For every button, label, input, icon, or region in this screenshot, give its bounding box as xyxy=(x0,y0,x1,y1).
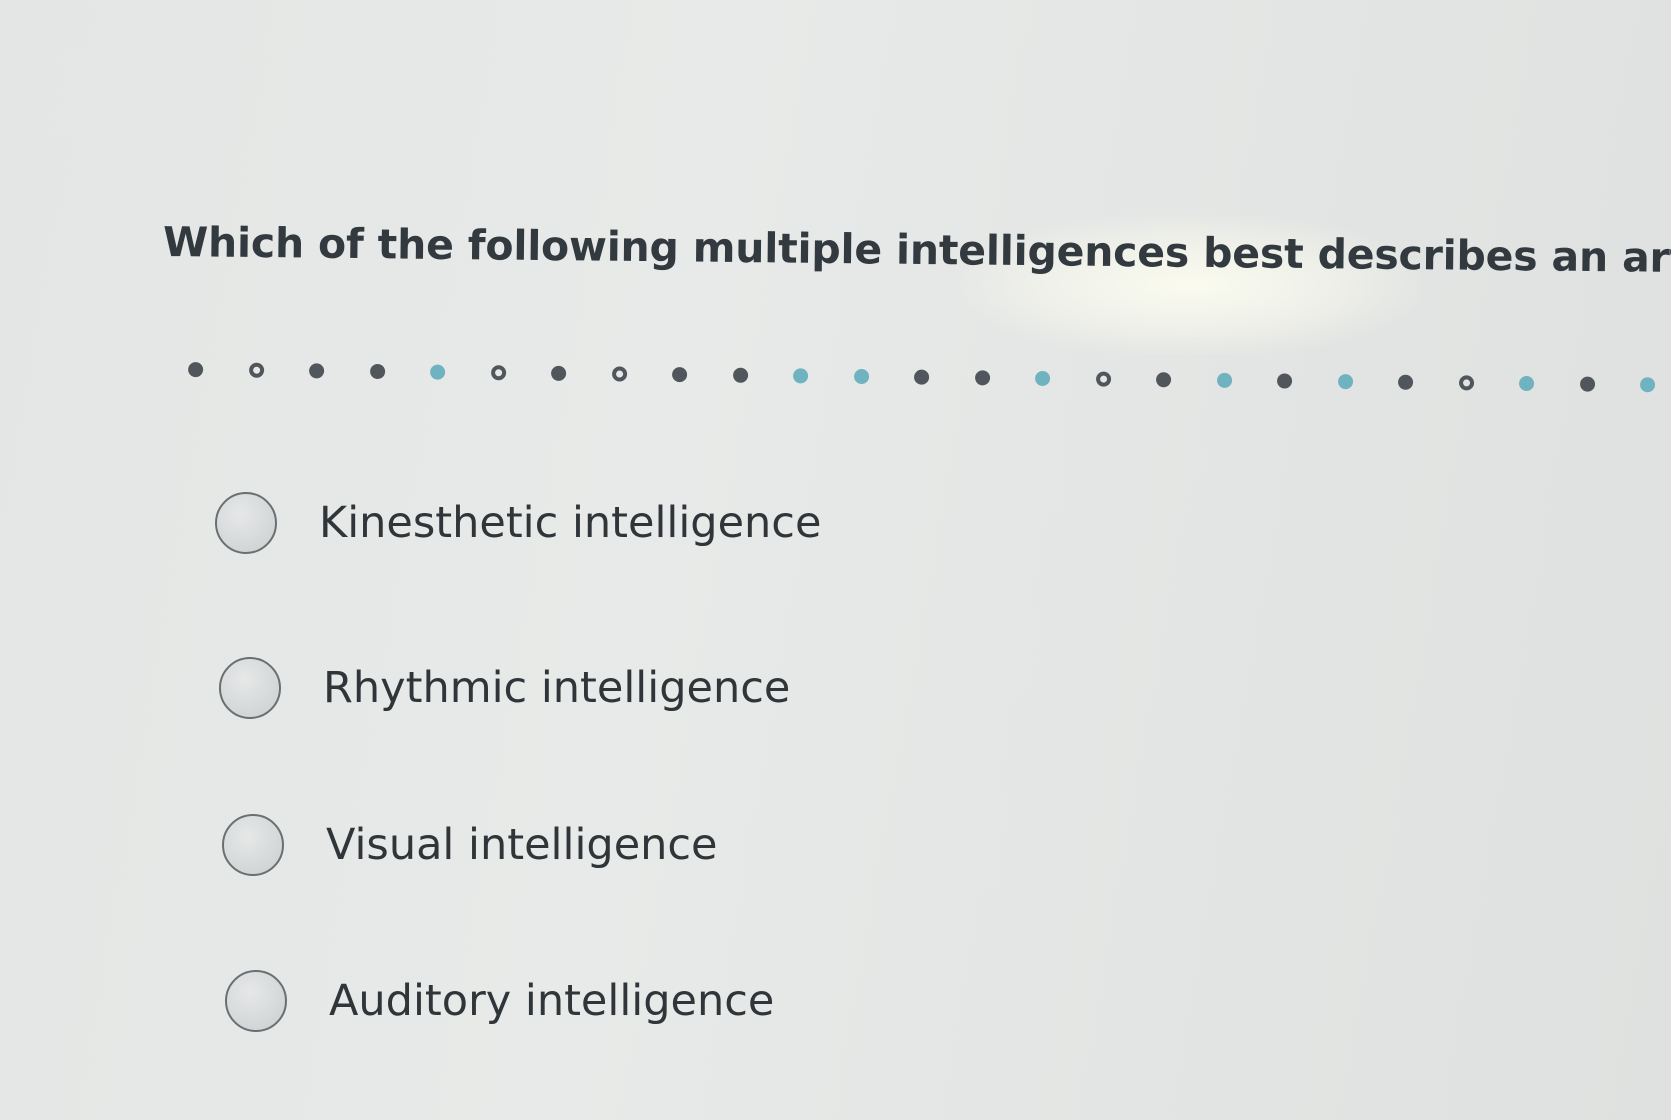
option-auditory[interactable]: Auditory intelligence xyxy=(225,970,774,1032)
separator-dot xyxy=(369,363,385,380)
separator-dot xyxy=(1579,376,1595,392)
radio-button-kinesthetic[interactable] xyxy=(215,492,277,554)
separator-dot xyxy=(188,362,204,378)
separator-dot xyxy=(1639,377,1656,393)
separator-dot xyxy=(1095,371,1111,387)
question-text: Which of the following multiple intellig… xyxy=(162,218,1671,283)
radio-button-auditory[interactable] xyxy=(225,970,287,1032)
separator-dot xyxy=(1035,370,1051,387)
separator-dot xyxy=(1518,375,1535,392)
radio-button-visual[interactable] xyxy=(222,814,284,876)
radio-button-rhythmic[interactable] xyxy=(219,657,281,719)
option-label-auditory: Auditory intelligence xyxy=(329,976,775,1026)
separator-dot xyxy=(1216,372,1232,388)
option-label-rhythmic: Rhythmic intelligence xyxy=(323,663,791,713)
separator-dot xyxy=(309,363,325,379)
separator-dot xyxy=(611,366,627,382)
separator-dot xyxy=(853,368,869,385)
separator-dot xyxy=(248,362,264,378)
option-label-kinesthetic: Kinesthetic intelligence xyxy=(319,498,822,548)
option-visual[interactable]: Visual intelligence xyxy=(222,814,718,876)
separator-dot xyxy=(490,365,506,381)
separator-dot xyxy=(1155,372,1172,388)
option-label-visual: Visual intelligence xyxy=(326,820,718,870)
separator-dot xyxy=(1397,374,1414,390)
separator-dot xyxy=(1458,375,1474,391)
separator-dot xyxy=(551,365,567,381)
separator-dot xyxy=(974,370,990,386)
separator-dot xyxy=(430,364,446,380)
separator-dot xyxy=(1276,373,1293,389)
separator-dot xyxy=(732,367,748,383)
dotted-separator xyxy=(188,362,1668,417)
separator-dot xyxy=(914,369,930,385)
separator-dot xyxy=(1337,374,1353,390)
separator-dot xyxy=(793,368,809,384)
option-kinesthetic[interactable]: Kinesthetic intelligence xyxy=(215,492,821,554)
option-rhythmic[interactable]: Rhythmic intelligence xyxy=(219,657,790,719)
separator-dot xyxy=(672,367,688,383)
